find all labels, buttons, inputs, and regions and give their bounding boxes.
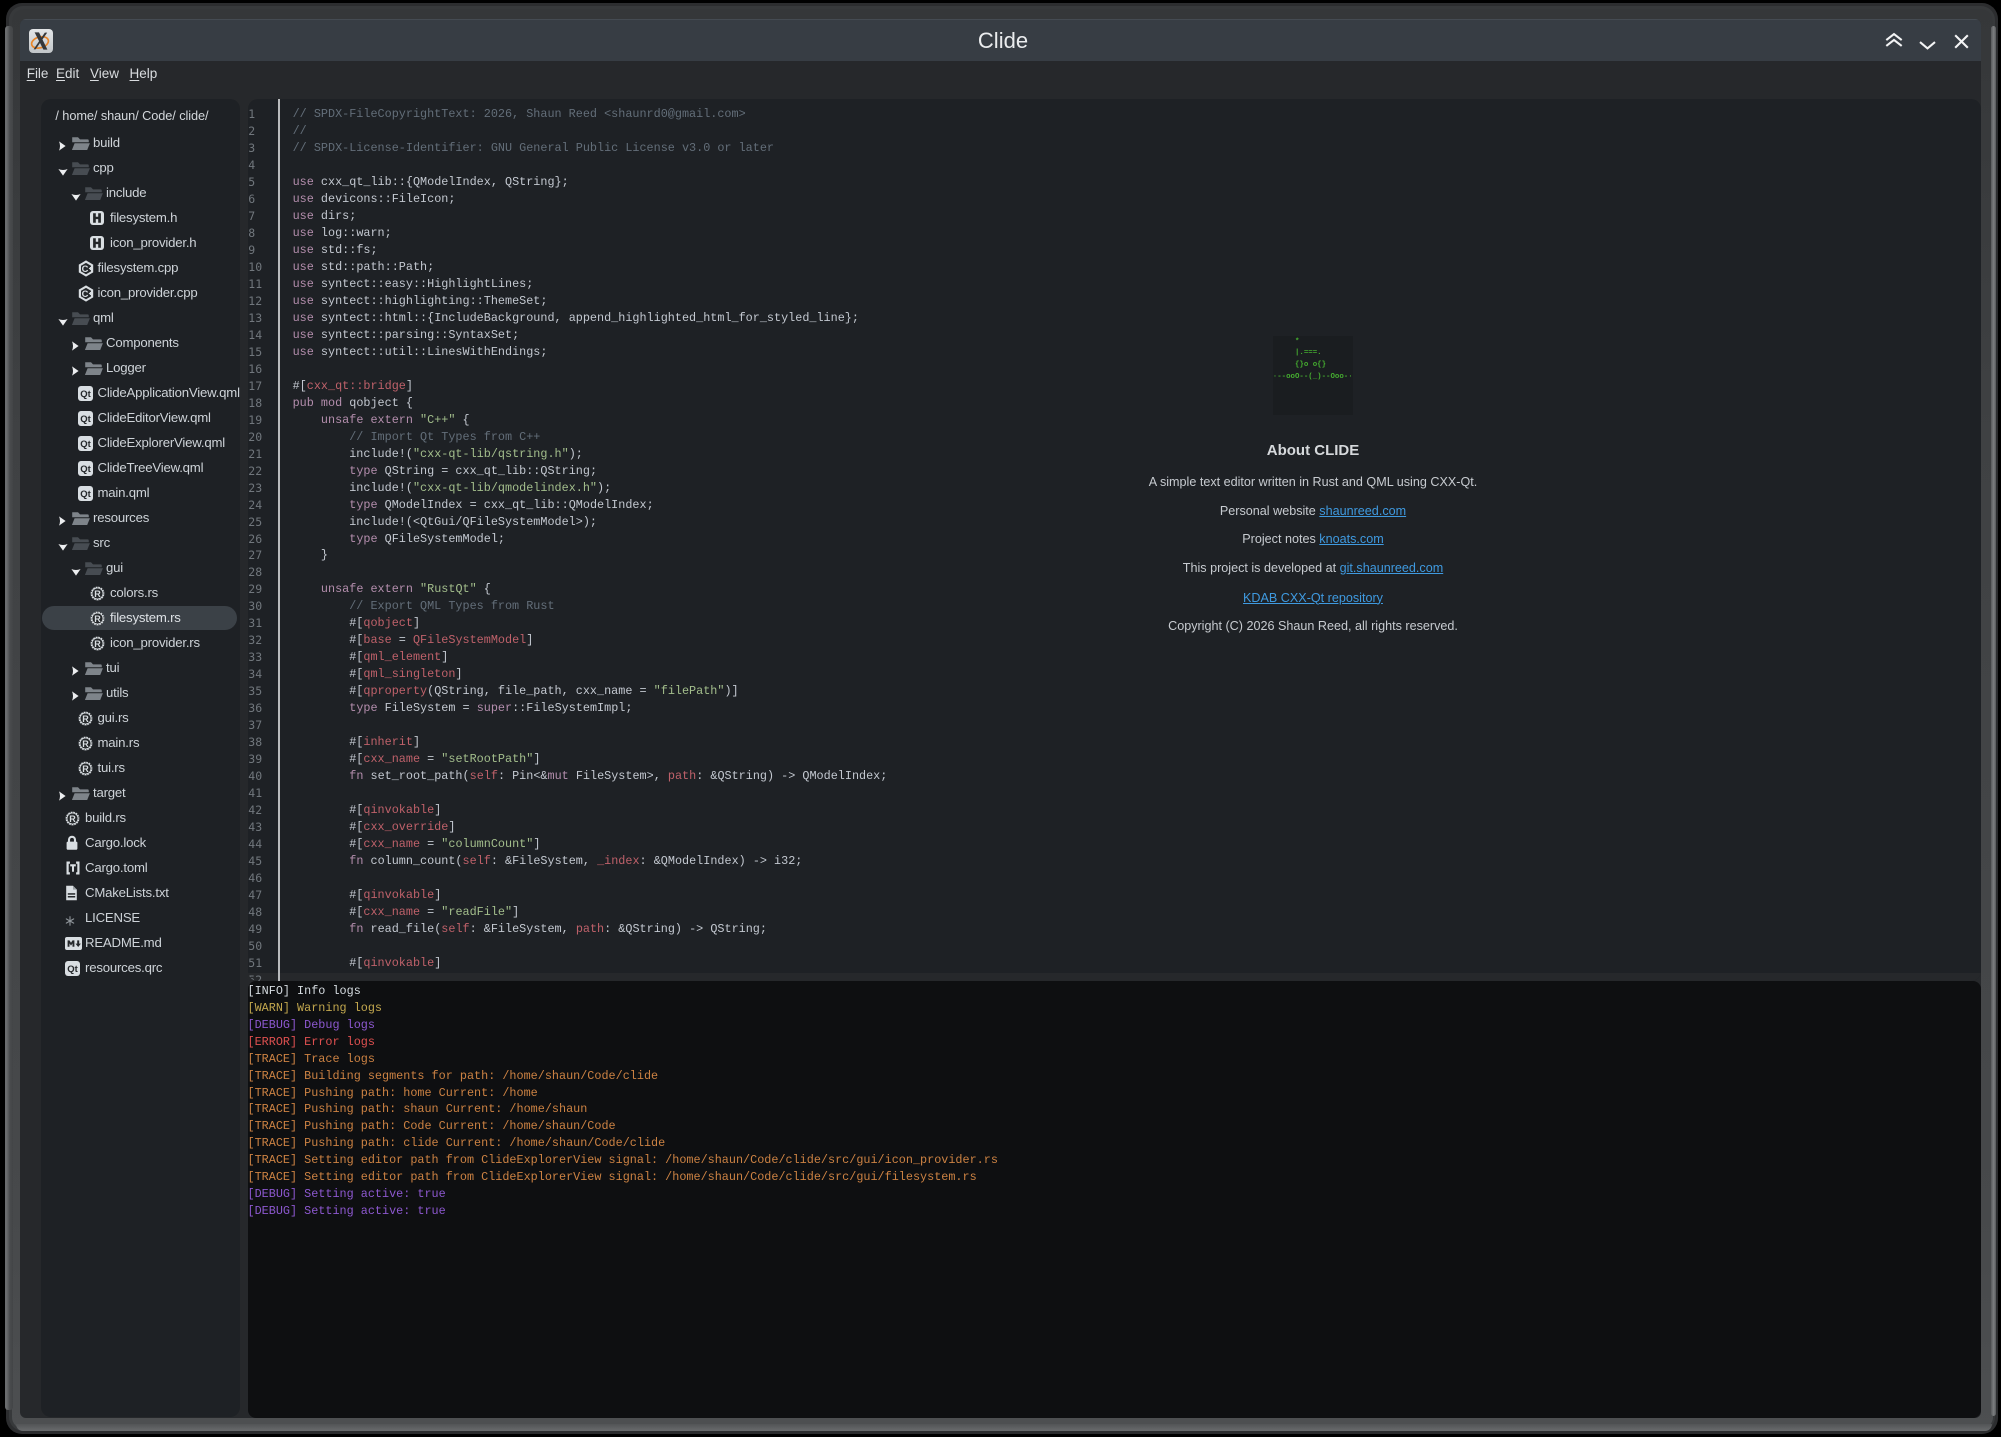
svg-text:Qt: Qt [80,464,91,475]
svg-text:Qt: Qt [67,964,78,975]
svg-text:Qt: Qt [80,389,91,400]
svg-text:R: R [94,638,101,648]
svg-text:R: R [94,613,101,623]
svg-text:R: R [94,588,101,598]
svg-text:R: R [82,713,89,723]
svg-text:Qt: Qt [80,414,91,425]
svg-text:C: C [81,287,88,298]
svg-text:Qt: Qt [80,439,91,450]
svg-text:R: R [69,813,76,823]
svg-text:R: R [82,738,89,748]
svg-text:R: R [82,763,89,773]
svg-text:C: C [81,262,88,273]
svg-text:Qt: Qt [80,489,91,500]
